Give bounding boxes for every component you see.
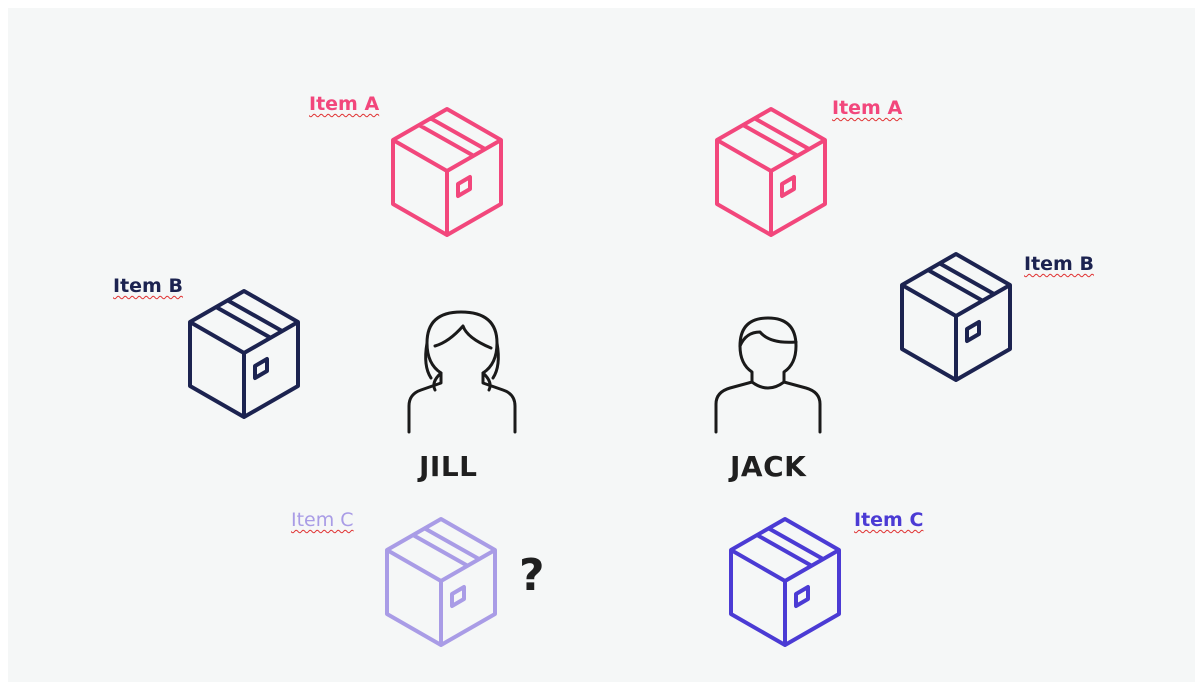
- box-icon: [391, 107, 503, 237]
- item-c-label-jack: Item C: [854, 509, 924, 531]
- item-b-label-jack: Item B: [1024, 253, 1094, 275]
- woman-icon: [407, 310, 517, 434]
- question-mark: ?: [519, 550, 545, 601]
- box-icon: [729, 517, 841, 647]
- jill-name: JILL: [419, 450, 478, 483]
- jack-name: JACK: [730, 450, 807, 483]
- man-icon: [714, 316, 822, 434]
- item-c-label-jill: Item C: [291, 509, 354, 531]
- box-icon: [715, 107, 827, 237]
- item-a-label-jill: Item A: [309, 93, 380, 115]
- box-icon: [900, 252, 1012, 382]
- box-icon: [188, 289, 300, 419]
- item-a-label-jack: Item A: [832, 97, 903, 119]
- item-b-label-jill: Item B: [113, 275, 183, 297]
- box-icon: [385, 517, 497, 647]
